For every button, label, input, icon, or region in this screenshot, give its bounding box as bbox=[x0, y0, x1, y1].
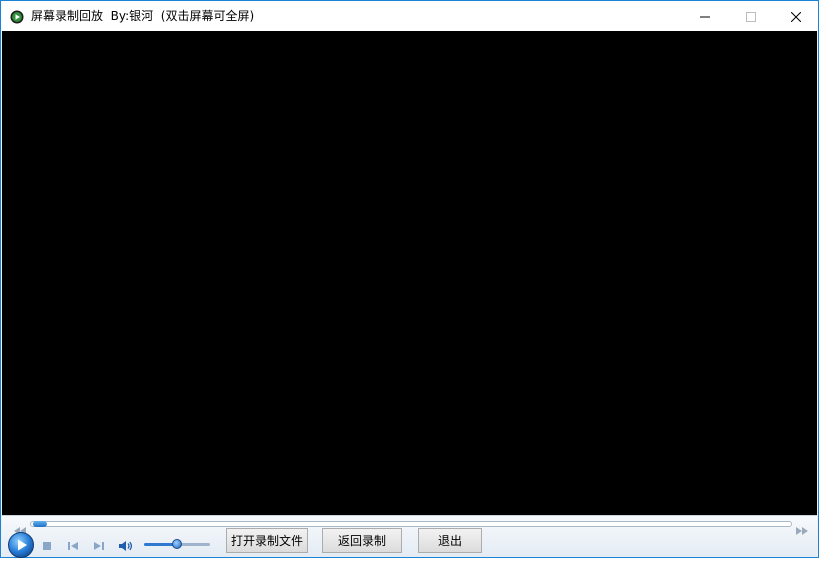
seek-bar[interactable] bbox=[30, 521, 792, 527]
player-control-bar: 打开录制文件 返回录制 退出 bbox=[2, 515, 817, 558]
play-circle-icon bbox=[10, 9, 24, 24]
title-bar[interactable]: 屏幕录制回放 By:银河 (双击屏幕可全屏) bbox=[1, 1, 818, 31]
maximize-button[interactable] bbox=[728, 1, 774, 31]
stop-icon[interactable] bbox=[40, 538, 54, 552]
minimize-icon bbox=[700, 7, 710, 26]
exit-button[interactable]: 退出 bbox=[418, 528, 482, 553]
seek-forward-icon[interactable] bbox=[796, 520, 808, 535]
open-recording-file-button[interactable]: 打开录制文件 bbox=[226, 528, 308, 553]
seek-thumb[interactable] bbox=[33, 521, 47, 527]
previous-icon[interactable] bbox=[66, 538, 80, 552]
next-icon[interactable] bbox=[92, 538, 106, 552]
video-display[interactable] bbox=[2, 31, 817, 515]
close-icon bbox=[790, 7, 802, 26]
back-to-record-button[interactable]: 返回录制 bbox=[322, 528, 402, 553]
volume-thumb[interactable] bbox=[172, 539, 182, 549]
seek-back-icon[interactable] bbox=[14, 520, 26, 535]
play-icon bbox=[8, 532, 34, 562]
window-title: 屏幕录制回放 By:银河 (双击屏幕可全屏) bbox=[31, 9, 255, 23]
volume-slider[interactable] bbox=[144, 539, 210, 549]
maximize-icon bbox=[746, 7, 756, 26]
app-window: 屏幕录制回放 By:银河 (双击屏幕可全屏) 打开录制文件 返回录制 退出 bbox=[0, 0, 819, 558]
minimize-button[interactable] bbox=[682, 1, 728, 31]
close-button[interactable] bbox=[773, 1, 819, 31]
play-button[interactable] bbox=[8, 532, 34, 558]
volume-icon[interactable] bbox=[118, 538, 133, 552]
